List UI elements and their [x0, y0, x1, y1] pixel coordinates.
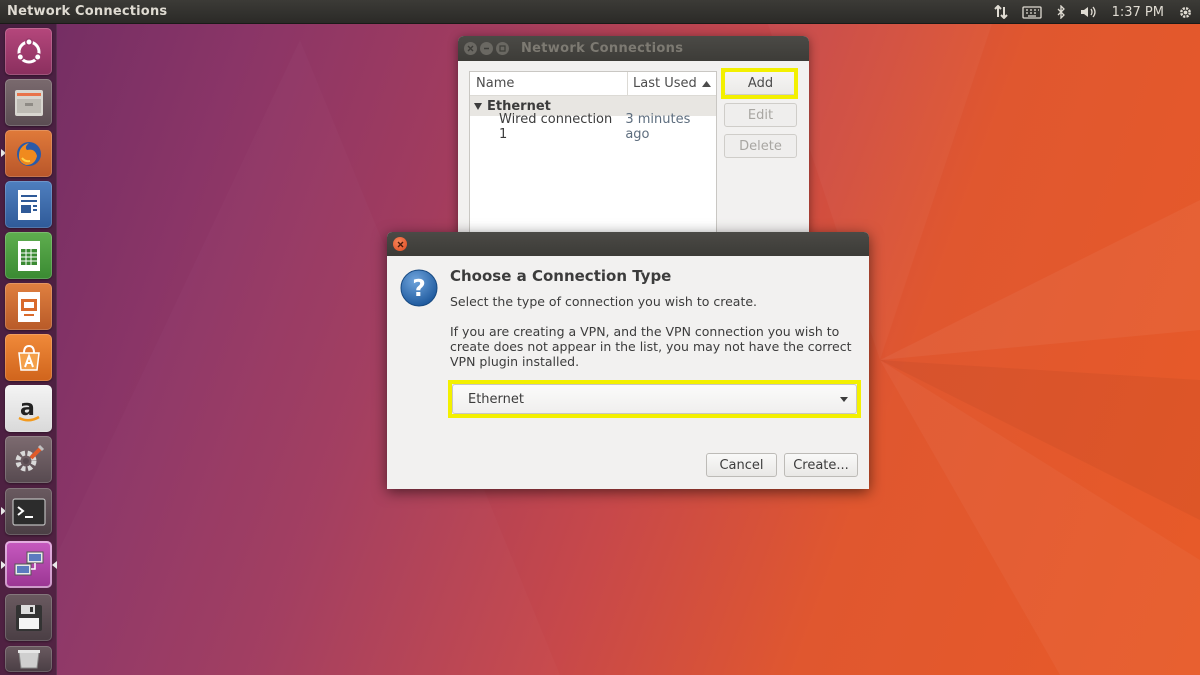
indicator-area: 1:37 PM: [987, 0, 1200, 24]
window-title: Network Connections: [521, 41, 684, 56]
top-panel: Network Connections 1:37 PM: [0, 0, 1200, 24]
cancel-button[interactable]: Cancel: [706, 453, 777, 477]
minimize-icon[interactable]: [480, 42, 493, 55]
table-row[interactable]: Wired connection 1 3 minutes ago: [470, 112, 716, 142]
delete-button[interactable]: Delete: [724, 134, 797, 158]
svg-text:?: ?: [412, 276, 425, 302]
edit-button[interactable]: Edit: [724, 103, 797, 127]
active-app-title: Network Connections: [7, 4, 168, 19]
gear-icon[interactable]: [1178, 5, 1193, 20]
chevron-down-icon: [840, 397, 848, 402]
expander-icon[interactable]: [474, 102, 482, 110]
question-icon: ?: [400, 269, 438, 307]
impress-icon[interactable]: [5, 283, 52, 330]
terminal-icon[interactable]: [5, 488, 52, 535]
network-connections-icon[interactable]: [5, 541, 52, 588]
amazon-icon[interactable]: a: [5, 385, 52, 432]
window-titlebar[interactable]: Network Connections: [458, 36, 809, 61]
clock[interactable]: 1:37 PM: [1112, 5, 1164, 20]
column-header-last-used[interactable]: Last Used: [628, 72, 716, 95]
save-icon[interactable]: [5, 594, 52, 641]
maximize-icon[interactable]: [496, 42, 509, 55]
column-header-last-used-label: Last Used: [633, 76, 697, 91]
connection-name: Wired connection 1: [499, 112, 613, 142]
firefox-icon[interactable]: [5, 130, 52, 177]
column-header-name[interactable]: Name: [470, 72, 628, 95]
connection-list[interactable]: Name Last Used Ethernet Wired connection…: [469, 71, 717, 236]
add-highlight-box: [721, 68, 798, 99]
system-settings-icon[interactable]: [5, 436, 52, 483]
dialog-info-text: If you are creating a VPN, and the VPN c…: [450, 324, 852, 369]
connection-type-dialog: ? Choose a Connection Type Select the ty…: [387, 232, 869, 489]
bluetooth-icon[interactable]: [1056, 5, 1066, 19]
connection-type-select[interactable]: Ethernet: [452, 384, 857, 414]
trash-icon[interactable]: [5, 646, 52, 672]
ubuntu-dash-icon[interactable]: [5, 28, 52, 75]
software-center-icon[interactable]: [5, 334, 52, 381]
create-button[interactable]: Create...: [784, 453, 858, 477]
sort-ascending-icon: [702, 80, 711, 87]
connection-last-used: 3 minutes ago: [625, 112, 691, 142]
writer-icon[interactable]: [5, 181, 52, 228]
close-icon[interactable]: [393, 237, 407, 251]
close-icon[interactable]: [464, 42, 477, 55]
list-header: Name Last Used: [470, 72, 716, 96]
dialog-heading: Choose a Connection Type: [450, 267, 672, 285]
dialog-subtitle: Select the type of connection you wish t…: [450, 294, 758, 309]
network-connections-window: Network Connections Name Last Used Ether…: [458, 36, 809, 236]
calc-icon[interactable]: [5, 232, 52, 279]
connection-type-value: Ethernet: [468, 391, 524, 407]
network-transfer-icon[interactable]: [993, 5, 1008, 19]
svg-text:a: a: [20, 396, 35, 421]
files-icon[interactable]: [5, 79, 52, 126]
dialog-titlebar[interactable]: [387, 232, 869, 256]
volume-icon[interactable]: [1080, 5, 1098, 19]
keyboard-icon[interactable]: [1021, 5, 1042, 19]
launcher: a: [0, 24, 57, 675]
